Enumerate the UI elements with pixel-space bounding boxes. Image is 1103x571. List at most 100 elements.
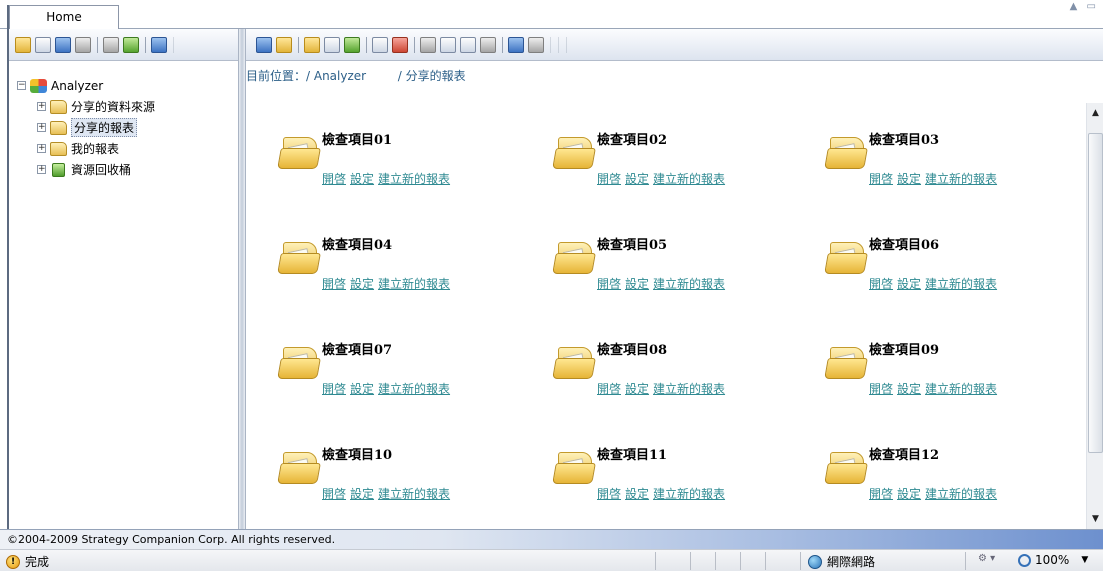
open-link[interactable]: 開啓	[322, 487, 346, 501]
expand-icon[interactable]: +	[37, 165, 46, 174]
settings-link[interactable]: 設定	[350, 382, 374, 396]
report-folder-icon[interactable]	[277, 452, 321, 484]
open-link[interactable]: 開啓	[322, 172, 346, 186]
report-folder-icon[interactable]	[552, 137, 596, 169]
settings-link[interactable]: 設定	[625, 172, 649, 186]
settings-link[interactable]: 設定	[897, 382, 921, 396]
settings-link[interactable]: 設定	[350, 172, 374, 186]
new-analysis-icon[interactable]	[344, 36, 360, 53]
new-report-link[interactable]: 建立新的報表	[653, 277, 725, 291]
settings-link[interactable]: 設定	[897, 277, 921, 291]
warning-icon[interactable]: !	[6, 554, 20, 569]
report-folder-title[interactable]: 檢查項目12	[869, 444, 939, 463]
report-folder-icon[interactable]	[824, 137, 868, 169]
new-report-link[interactable]: 建立新的報表	[653, 172, 725, 186]
open-link[interactable]: 開啓	[597, 487, 621, 501]
report-folder-title[interactable]: 檢查項目03	[869, 129, 939, 148]
report-folder-title[interactable]: 檢查項目04	[322, 234, 392, 253]
tree-item-recycle-bin[interactable]: + 資源回收桶	[17, 159, 238, 180]
new-report-link[interactable]: 建立新的報表	[653, 487, 725, 501]
report-folder-icon[interactable]	[824, 242, 868, 274]
edit-icon[interactable]	[55, 36, 71, 53]
open-link[interactable]: 開啓	[322, 382, 346, 396]
new-report-link[interactable]: 建立新的報表	[653, 382, 725, 396]
export-icon[interactable]	[256, 36, 272, 53]
paste-special-icon[interactable]	[480, 36, 496, 53]
report-folder-icon[interactable]	[277, 137, 321, 169]
protected-mode-icon[interactable]: ⚙ ▾	[978, 553, 995, 564]
new-report-link[interactable]: 建立新的報表	[378, 487, 450, 501]
new-report-link[interactable]: 建立新的報表	[925, 487, 997, 501]
properties-icon[interactable]	[35, 36, 51, 53]
settings-link[interactable]: 設定	[625, 487, 649, 501]
report-folder-title[interactable]: 檢查項目07	[322, 339, 392, 358]
report-folder-icon[interactable]	[552, 242, 596, 274]
report-folder-title[interactable]: 檢查項目02	[597, 129, 667, 148]
report-folder-icon[interactable]	[552, 452, 596, 484]
pane-splitter[interactable]	[238, 29, 246, 529]
search-icon[interactable]	[75, 36, 91, 53]
report-folder-title[interactable]: 檢查項目05	[597, 234, 667, 253]
report-folder-title[interactable]: 檢查項目10	[322, 444, 392, 463]
report-folder-icon[interactable]	[277, 347, 321, 379]
back-icon[interactable]	[151, 36, 167, 53]
settings-link[interactable]: 設定	[350, 277, 374, 291]
scroll-up-icon[interactable]: ▲	[1087, 103, 1103, 123]
report-folder-icon[interactable]	[277, 242, 321, 274]
open-link[interactable]: 開啓	[869, 172, 893, 186]
cut-icon[interactable]	[420, 36, 436, 53]
tree-item-label[interactable]: 資源回收桶	[71, 161, 131, 178]
security-zone[interactable]: 網際網路	[808, 553, 875, 570]
settings-link[interactable]: 設定	[897, 172, 921, 186]
home-icon[interactable]	[103, 36, 119, 53]
expand-icon[interactable]: +	[37, 144, 46, 153]
paste-icon[interactable]	[460, 36, 476, 53]
open-link[interactable]: 開啓	[869, 382, 893, 396]
open-link[interactable]: 開啓	[869, 277, 893, 291]
up-folder-icon[interactable]	[276, 36, 292, 53]
open-link[interactable]: 開啓	[869, 487, 893, 501]
settings-link[interactable]: 設定	[625, 277, 649, 291]
tree-item-label[interactable]: 分享的報表	[71, 118, 138, 137]
tree-item-label[interactable]: 分享的資料來源	[71, 98, 155, 115]
tree-item-label[interactable]: 我的報表	[71, 140, 119, 157]
tab-home[interactable]: Home	[9, 5, 119, 29]
new-report-link[interactable]: 建立新的報表	[925, 382, 997, 396]
new-report-link[interactable]: 建立新的報表	[378, 172, 450, 186]
new-report-icon[interactable]	[324, 36, 340, 53]
new-report-link[interactable]: 建立新的報表	[925, 172, 997, 186]
breadcrumb-current[interactable]: / 分享的報表	[398, 69, 466, 83]
report-folder-icon[interactable]	[552, 347, 596, 379]
tree-item-my-reports[interactable]: + 我的報表	[17, 138, 238, 159]
report-folder-title[interactable]: 檢查項目06	[869, 234, 939, 253]
settings-link[interactable]: 設定	[350, 487, 374, 501]
copy-icon[interactable]	[440, 36, 456, 53]
report-folder-title[interactable]: 檢查項目08	[597, 339, 667, 358]
new-report-link[interactable]: 建立新的報表	[378, 277, 450, 291]
scroll-down-icon[interactable]: ▼	[1087, 509, 1103, 529]
report-folder-icon[interactable]	[824, 452, 868, 484]
report-folder-icon[interactable]	[824, 347, 868, 379]
view-icon[interactable]	[508, 36, 524, 53]
zoom-control[interactable]: 100% ▼	[1018, 553, 1088, 567]
chevron-down-icon[interactable]: ▼	[1081, 555, 1088, 565]
open-link[interactable]: 開啓	[597, 172, 621, 186]
report-folder-title[interactable]: 檢查項目11	[597, 444, 667, 463]
open-link[interactable]: 開啓	[597, 382, 621, 396]
expand-icon[interactable]: +	[37, 123, 46, 132]
tree-item-shared-data-sources[interactable]: + 分享的資料來源	[17, 96, 238, 117]
window-controls[interactable]: ▲ ▭	[1070, 1, 1099, 12]
breadcrumb-prefix[interactable]: 目前位置：/ Analyzer	[246, 69, 366, 83]
collapse-icon[interactable]: −	[17, 81, 26, 90]
tree-root-label[interactable]: Analyzer	[51, 79, 103, 93]
open-link[interactable]: 開啓	[597, 277, 621, 291]
tree-root[interactable]: − Analyzer	[17, 75, 238, 96]
settings-icon[interactable]	[528, 36, 544, 53]
properties-icon[interactable]	[372, 36, 388, 53]
open-link[interactable]: 開啓	[322, 277, 346, 291]
new-report-link[interactable]: 建立新的報表	[378, 382, 450, 396]
new-folder-icon[interactable]	[15, 36, 31, 53]
expand-icon[interactable]: +	[37, 102, 46, 111]
report-folder-title[interactable]: 檢查項目01	[322, 129, 392, 148]
settings-link[interactable]: 設定	[625, 382, 649, 396]
